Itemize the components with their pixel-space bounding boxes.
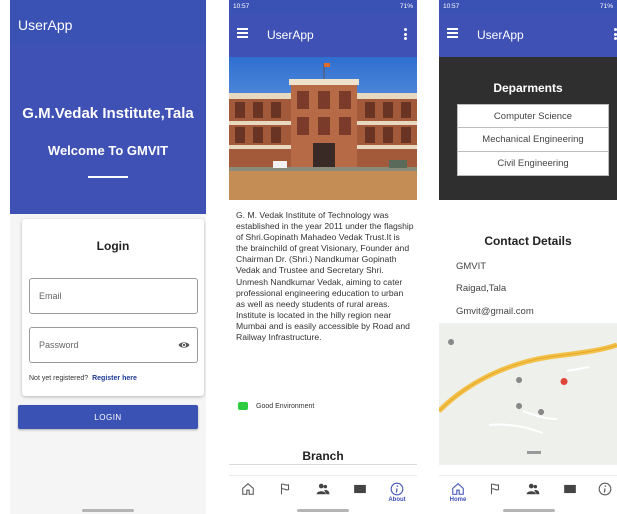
- contact-location: Raigad,Tala: [456, 283, 507, 294]
- department-item[interactable]: Civil Engineering: [457, 152, 609, 176]
- register-link[interactable]: Register here: [92, 375, 137, 382]
- toolbar: UserApp: [229, 13, 417, 57]
- department-item[interactable]: Computer Science: [457, 104, 609, 128]
- gesture-bar: [297, 509, 349, 512]
- info-icon: [598, 482, 612, 496]
- message-icon: [354, 484, 366, 494]
- home-screen: 10:57 71% UserApp Deparments Computer Sc…: [439, 0, 617, 514]
- nav-flag[interactable]: [484, 482, 506, 510]
- people-icon: [526, 483, 540, 495]
- login-card: Login Email Password Not yet registered?…: [22, 219, 204, 396]
- app-bar: UserApp: [10, 0, 206, 44]
- toolbar: UserApp: [439, 13, 617, 57]
- password-placeholder: Password: [39, 340, 79, 350]
- status-battery: 71%: [399, 3, 413, 10]
- divider: [229, 464, 417, 465]
- status-battery: 71%: [599, 3, 613, 10]
- login-title: Login: [96, 239, 130, 253]
- status-time: 10:57: [443, 3, 460, 10]
- nav-home[interactable]: [237, 482, 259, 510]
- gesture-bar: [82, 509, 134, 512]
- nav-messages[interactable]: [559, 482, 581, 510]
- register-prompt: Not yet registered? Register here: [29, 375, 137, 382]
- flag-icon: [490, 483, 500, 495]
- nav-people[interactable]: [312, 482, 334, 510]
- nav-messages[interactable]: [349, 482, 371, 510]
- branch-heading: Branch: [302, 449, 344, 463]
- menu-icon[interactable]: [447, 28, 458, 38]
- status-time: 10:57: [233, 3, 250, 10]
- email-placeholder: Email: [39, 291, 62, 301]
- nav-about[interactable]: [594, 482, 616, 510]
- check-chip-icon: [238, 402, 248, 410]
- toolbar-title: UserApp: [267, 28, 314, 42]
- gesture-bar: [503, 509, 555, 512]
- departments-title: Deparments: [493, 81, 563, 95]
- toolbar-title: UserApp: [477, 28, 524, 42]
- message-icon: [564, 484, 576, 494]
- nav-home-label: Home: [449, 497, 467, 503]
- contact-name: GMVIT: [456, 261, 487, 272]
- institute-name: G.M.Vedak Institute,Tala: [22, 105, 194, 122]
- home-icon: [242, 483, 254, 495]
- divider: [88, 176, 128, 178]
- feature-label: Good Environment: [256, 402, 315, 410]
- info-icon: [390, 482, 404, 496]
- people-icon: [316, 483, 330, 495]
- nav-about-label: About: [388, 497, 406, 503]
- departments-panel: Deparments Computer Science Mechanical E…: [439, 57, 617, 200]
- nav-home[interactable]: Home: [447, 482, 469, 510]
- welcome-text: Welcome To GMVIT: [47, 143, 169, 158]
- about-description: G. M. Vedak Institute of Technology was …: [236, 210, 414, 343]
- status-bar: 10:57 71%: [439, 0, 617, 13]
- campus-photo: [229, 57, 417, 200]
- nav-people[interactable]: [522, 482, 544, 510]
- departments-list: Computer Science Mechanical Engineering …: [457, 104, 609, 176]
- feature-good-environment: Good Environment: [238, 402, 314, 410]
- bottom-navigation: Home: [439, 475, 617, 511]
- about-screen: 10:57 71% UserApp G. M. Vedak Institute …: [229, 0, 417, 514]
- contact-email[interactable]: Gmvit@gmail.com: [456, 306, 534, 317]
- contact-title: Contact Details: [484, 234, 572, 248]
- email-field[interactable]: Email: [29, 278, 198, 314]
- bottom-navigation: About: [229, 475, 417, 511]
- eye-icon[interactable]: [178, 339, 190, 351]
- password-field[interactable]: Password: [29, 327, 198, 363]
- login-button[interactable]: LOGIN: [18, 405, 198, 429]
- nav-about[interactable]: About: [386, 482, 408, 510]
- more-options-icon[interactable]: [404, 28, 407, 40]
- app-title: UserApp: [18, 17, 73, 33]
- nav-flag[interactable]: [274, 482, 296, 510]
- home-icon: [452, 483, 464, 495]
- department-item[interactable]: Mechanical Engineering: [457, 128, 609, 152]
- login-screen: UserApp G.M.Vedak Institute,Tala Welcome…: [10, 0, 206, 514]
- welcome-banner: G.M.Vedak Institute,Tala Welcome To GMVI…: [10, 44, 206, 214]
- location-map[interactable]: [439, 323, 617, 465]
- flag-icon: [280, 483, 290, 495]
- menu-icon[interactable]: [237, 28, 248, 38]
- not-registered-text: Not yet registered?: [29, 375, 89, 382]
- status-bar: 10:57 71%: [229, 0, 417, 13]
